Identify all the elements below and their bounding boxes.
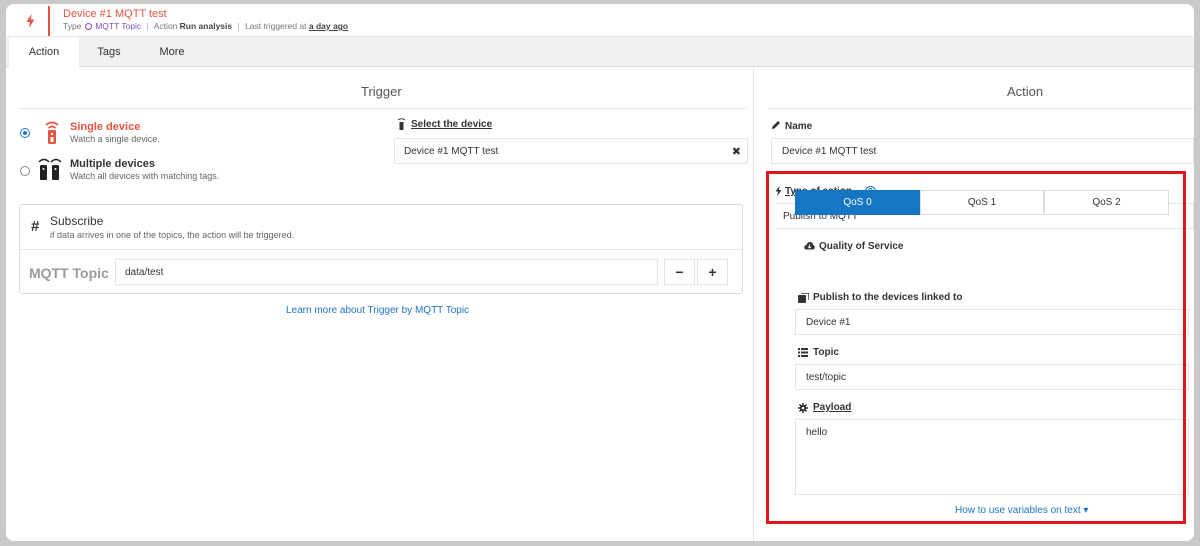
mqtt-topic-icon bbox=[84, 23, 92, 30]
device-select[interactable]: Device #1 MQTT test ✖ bbox=[394, 138, 748, 164]
trigger-panel: Trigger Single device Watch a single dev… bbox=[6, 68, 754, 541]
clear-icon[interactable]: ✖ bbox=[732, 145, 741, 158]
highlight-box bbox=[766, 171, 1186, 524]
tab-bar: Action Tags More bbox=[6, 37, 1194, 68]
name-value: Device #1 MQTT test bbox=[782, 146, 877, 157]
remove-topic-button[interactable]: − bbox=[664, 259, 695, 285]
multiple-devices-radio[interactable] bbox=[20, 166, 30, 176]
separator: | bbox=[237, 21, 240, 31]
lightning-icon bbox=[12, 6, 50, 36]
selected-device-value: Device #1 MQTT test bbox=[404, 146, 499, 157]
single-device-subtitle: Watch a single device. bbox=[70, 134, 160, 144]
action-title: Action bbox=[1007, 84, 1044, 99]
action-value[interactable]: Run analysis bbox=[180, 21, 232, 31]
single-device-radio[interactable] bbox=[20, 128, 30, 138]
tab-tags[interactable]: Tags bbox=[79, 37, 139, 67]
page-title: Device #1 MQTT test bbox=[63, 8, 167, 20]
last-triggered-value: a day ago bbox=[308, 21, 349, 31]
subscribe-card: # Subscribe if data arrives in one of th… bbox=[19, 204, 743, 294]
mqtt-topic-label: MQTT Topic bbox=[29, 265, 109, 281]
learn-more-link[interactable]: Learn more about Trigger by MQTT Topic bbox=[286, 305, 469, 316]
header-meta: Type MQTT Topic | Action Run analysis | … bbox=[63, 21, 348, 31]
last-triggered-label: Last triggered at bbox=[245, 21, 307, 31]
multiple-devices-icon bbox=[37, 156, 63, 185]
divider bbox=[19, 108, 747, 109]
pencil-icon bbox=[771, 120, 781, 133]
mqtt-topic-value: data/test bbox=[125, 267, 164, 278]
mqtt-topic-input[interactable]: data/test bbox=[115, 259, 658, 285]
hash-icon: # bbox=[31, 218, 40, 235]
divider bbox=[768, 108, 1194, 109]
select-device-label: Select the device bbox=[411, 119, 493, 130]
tab-more[interactable]: More bbox=[144, 37, 200, 67]
subscribe-title: Subscribe bbox=[50, 214, 104, 228]
type-label: Type bbox=[63, 21, 82, 31]
device-icon bbox=[397, 118, 406, 133]
multiple-devices-subtitle: Watch all devices with matching tags. bbox=[70, 171, 220, 181]
single-device-icon bbox=[42, 120, 62, 149]
separator: | bbox=[146, 21, 149, 31]
action-label: Action bbox=[153, 21, 178, 31]
app-window: Device #1 MQTT test Type MQTT Topic | Ac… bbox=[6, 4, 1194, 541]
name-label: Name bbox=[785, 121, 813, 132]
type-value: MQTT Topic bbox=[95, 21, 142, 31]
add-topic-button[interactable]: + bbox=[697, 259, 728, 285]
trigger-title: Trigger bbox=[361, 84, 402, 99]
name-input[interactable]: Device #1 MQTT test bbox=[771, 138, 1194, 164]
page-header: Device #1 MQTT test Type MQTT Topic | Ac… bbox=[6, 4, 1194, 37]
single-device-title[interactable]: Single device bbox=[70, 121, 140, 133]
divider bbox=[20, 249, 742, 250]
multiple-devices-title[interactable]: Multiple devices bbox=[70, 158, 155, 170]
tab-action[interactable]: Action bbox=[9, 37, 79, 68]
subscribe-description: if data arrives in one of the topics, th… bbox=[50, 230, 295, 240]
